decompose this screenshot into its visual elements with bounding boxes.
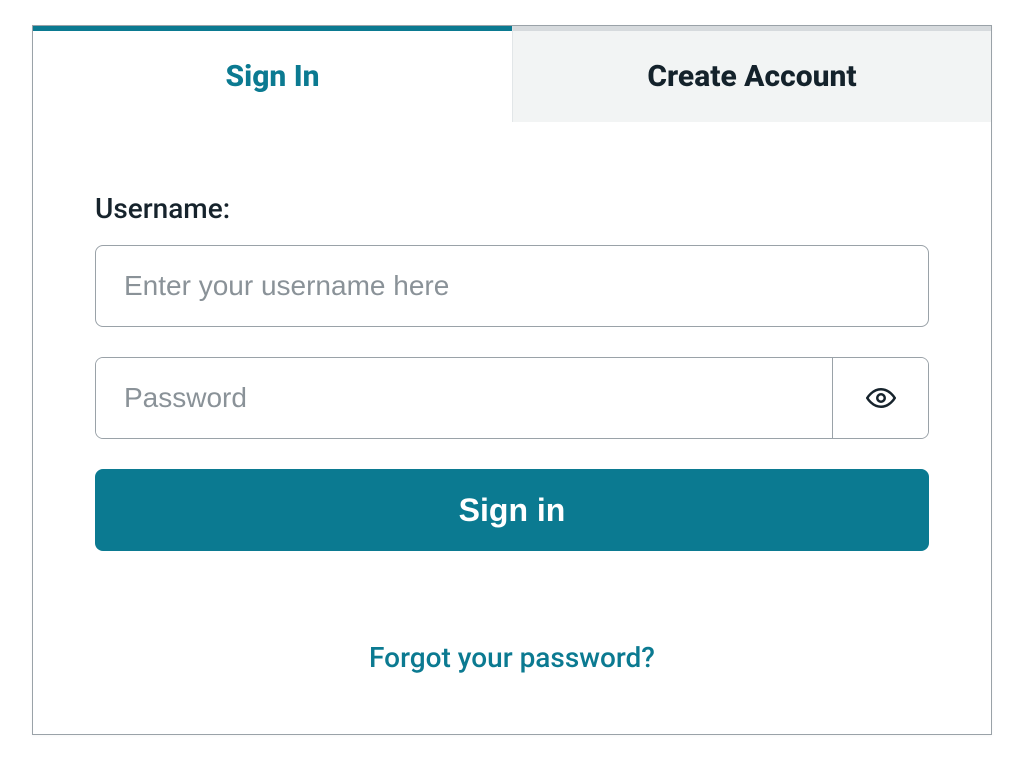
tab-sign-in[interactable]: Sign In [33,26,512,122]
sign-in-form: Username: Sign in Forgot your password? [33,122,991,734]
username-input[interactable] [95,245,929,327]
username-label: Username: [95,192,929,225]
toggle-password-visibility-button[interactable] [832,358,928,438]
password-row [95,357,929,439]
forgot-password-link[interactable]: Forgot your password? [369,641,655,674]
password-input[interactable] [96,358,832,438]
eye-icon [866,383,896,413]
forgot-password-wrap: Forgot your password? [95,551,929,684]
sign-in-button[interactable]: Sign in [95,469,929,551]
auth-tabs: Sign In Create Account [33,26,991,122]
tab-create-account[interactable]: Create Account [512,26,991,122]
auth-card: Sign In Create Account Username: Sign in… [32,25,992,735]
